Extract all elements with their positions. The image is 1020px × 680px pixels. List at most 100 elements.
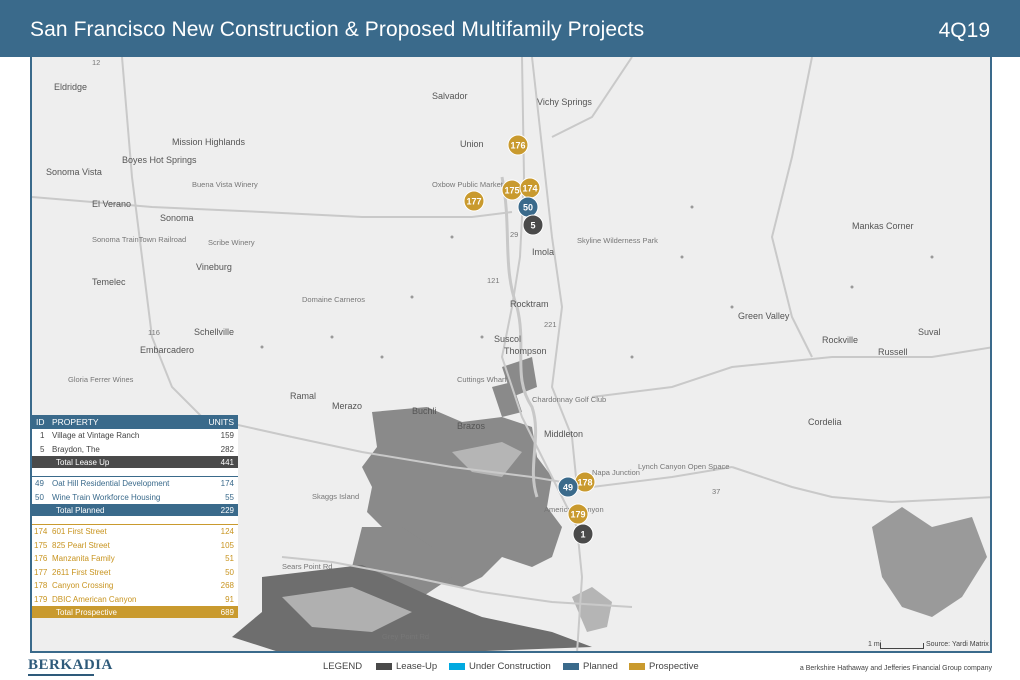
label-cuttings-wharf: Cuttings Wharf (457, 375, 508, 384)
legend-label-under-construction: Under Construction (469, 661, 551, 672)
label-vineburg: Vineburg (196, 262, 232, 272)
svg-text:50: 50 (523, 203, 533, 213)
legend-title: LEGEND (323, 661, 363, 672)
logo-underline (28, 674, 94, 676)
source-label: Source: Yardi Matrix (926, 641, 989, 648)
header-bar: San Francisco New Construction & Propose… (0, 0, 1020, 57)
label-embarcadero: Embarcadero (140, 345, 194, 355)
page-title: San Francisco New Construction & Propose… (30, 18, 645, 41)
marker-176[interactable]: 176 (507, 134, 529, 156)
marker-1[interactable]: 1 (572, 523, 594, 545)
marker-49[interactable]: 49 (557, 476, 579, 498)
row-units: 282 (220, 444, 234, 454)
row-id: 5 (40, 444, 45, 454)
marker-5[interactable]: 5 (522, 214, 544, 236)
label-merazo: Merazo (332, 401, 362, 411)
berkadia-logo: BERKADIA (28, 657, 113, 673)
svg-text:5: 5 (530, 221, 535, 231)
legend-label-lease-up: Lease-Up (396, 661, 438, 672)
row-name: 2611 First Street (52, 567, 111, 577)
quarter-label: 4Q19 (938, 19, 990, 42)
legend-swatch-prospective (629, 663, 645, 670)
total-units: 689 (220, 607, 234, 617)
road-label-sears-point: Sears Point Rd (282, 562, 332, 571)
row-name: Braydon, The (52, 444, 100, 454)
total-label: Total Planned (56, 505, 105, 515)
label-napa-junction: Napa Junction (592, 468, 640, 477)
label-brazos: Brazos (457, 421, 486, 431)
label-salvador: Salvador (432, 91, 468, 101)
row-units: 50 (225, 567, 234, 577)
label-sonoma-vista: Sonoma Vista (46, 167, 102, 177)
legend-label-prospective: Prospective (649, 661, 699, 672)
total-lease-up-row: Total Lease Up 441 (32, 456, 238, 468)
label-vichy-springs: Vichy Springs (537, 97, 592, 107)
label-rockville: Rockville (822, 335, 858, 345)
table-row: 49 Oat Hill Residential Development 174 (32, 477, 238, 491)
label-middleton: Middleton (544, 429, 583, 439)
marker-177[interactable]: 177 (463, 190, 485, 212)
footer: BERKADIA LEGEND Lease-Up Under Construct… (0, 653, 1020, 680)
label-rocktram: Rocktram (510, 299, 549, 309)
road-label-12: 12 (92, 58, 100, 67)
label-oxbow: Oxbow Public Market (432, 180, 504, 189)
road-label-grey-point: Grey Point Rd (382, 632, 429, 641)
marker-175[interactable]: 175 (501, 179, 523, 201)
row-name: 601 First Street (52, 527, 107, 536)
row-units: 124 (220, 527, 234, 536)
svg-text:177: 177 (466, 197, 481, 207)
total-units: 229 (220, 505, 234, 515)
row-name: Canyon Crossing (52, 581, 114, 590)
lease-up-group: 1 Village at Vintage Ranch 159 5 Braydon… (32, 429, 238, 468)
col-id: ID (36, 417, 45, 427)
label-russell: Russell (878, 347, 908, 357)
row-id: 178 (34, 581, 48, 590)
legend-swatch-planned (563, 663, 579, 670)
legend-label-planned: Planned (583, 661, 618, 672)
total-planned-row: Total Planned 229 (32, 504, 238, 516)
total-prospective-row: Total Prospective 689 (32, 606, 238, 618)
col-property: PROPERTY (52, 417, 99, 427)
label-buchli: Buchli (412, 406, 437, 416)
table-row: 175 825 Pearl Street 105 (32, 539, 238, 553)
label-mission-highlands: Mission Highlands (172, 137, 246, 147)
tagline: a Berkshire Hathaway and Jefferies Finan… (799, 665, 992, 672)
label-boyes-hot-springs: Boyes Hot Springs (122, 155, 197, 165)
road-label-37: 37 (712, 487, 720, 496)
label-buena-vista: Buena Vista Winery (192, 180, 258, 189)
label-el-verano: El Verano (92, 199, 131, 209)
label-ramal: Ramal (290, 391, 316, 401)
table-row: 174 601 First Street 124 (32, 525, 238, 539)
planned-group: 49 Oat Hill Residential Development 174 … (32, 476, 238, 516)
label-temelec: Temelec (92, 277, 126, 287)
row-name: Manzanita Family (52, 554, 115, 563)
marker-174[interactable]: 174 (519, 177, 541, 199)
marker-179[interactable]: 179 (567, 503, 589, 525)
label-traintown: Sonoma TrainTown Railroad (92, 235, 186, 244)
row-units: 268 (220, 581, 234, 590)
label-gloria-ferrer: Gloria Ferrer Wines (68, 375, 134, 384)
label-imola: Imola (532, 247, 554, 257)
scale-bar (880, 643, 924, 649)
label-eldridge: Eldridge (54, 82, 87, 92)
row-units: 174 (220, 479, 234, 488)
svg-text:1: 1 (580, 530, 585, 540)
row-id: 1 (40, 431, 45, 440)
table-row: 178 Canyon Crossing 268 (32, 579, 238, 593)
row-name: Village at Vintage Ranch (52, 431, 140, 440)
label-domaine-carneros: Domaine Carneros (302, 295, 365, 304)
table-header: ID PROPERTY UNITS (32, 415, 238, 429)
road-label-116: 116 (148, 328, 160, 337)
row-name: DBIC American Canyon (52, 594, 137, 604)
table-row: 179 DBIC American Canyon 91 (32, 593, 238, 607)
label-schellville: Schellville (194, 327, 234, 337)
label-suval: Suval (918, 327, 941, 337)
road-label-221: 221 (544, 320, 557, 329)
svg-text:179: 179 (570, 510, 585, 520)
road-label-121: 121 (487, 276, 500, 285)
table-row: 50 Wine Train Workforce Housing 55 (32, 491, 238, 505)
marker-50[interactable]: 50 (517, 196, 539, 218)
row-name: Wine Train Workforce Housing (52, 492, 161, 502)
label-union: Union (460, 139, 484, 149)
svg-text:174: 174 (522, 184, 537, 194)
